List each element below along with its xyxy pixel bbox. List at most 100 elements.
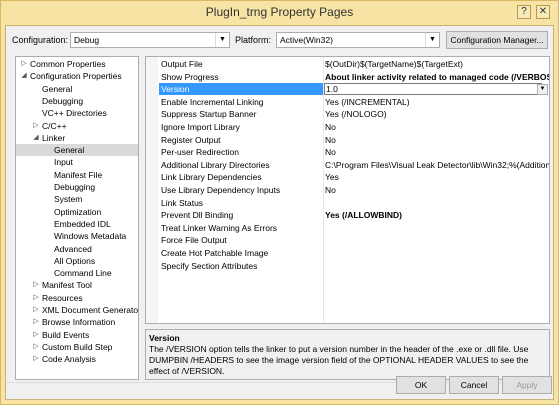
collapse-arrow-icon[interactable]: ◢ [32, 132, 40, 144]
configuration-combo[interactable]: Debug ▼ [70, 32, 230, 48]
property-value: No [325, 134, 336, 145]
expand-arrow-icon[interactable]: ▷ [32, 279, 40, 291]
tree-item-label: Linker [42, 132, 66, 143]
property-row[interactable]: Enable Incremental Linking Yes (/INCREMEN… [146, 96, 549, 109]
tree-item[interactable]: Command Line [16, 267, 138, 279]
title-bar: PlugIn_trng Property Pages ? ✕ [1, 1, 558, 25]
property-row[interactable]: Show Progress About linker activity relat… [146, 71, 549, 84]
expand-arrow-icon[interactable]: ▷ [32, 292, 40, 304]
expand-arrow-icon[interactable]: ▷ [32, 316, 40, 328]
tree-item-label: Debugging [42, 95, 84, 106]
property-row[interactable]: Suppress Startup Banner Yes (/NOLOGO) [146, 108, 549, 121]
platform-label: Platform: [235, 35, 272, 45]
description-panel: Version The /VERSION option tells the li… [145, 329, 550, 380]
property-grid[interactable]: Output File $(OutDir)$(TargetName)$(Targe… [145, 56, 550, 324]
tree-item[interactable]: VC++ Directories [16, 107, 138, 119]
tree-item[interactable]: Debugging [16, 95, 138, 107]
tree-item-label: C/C++ [42, 120, 67, 131]
property-row[interactable]: Output File $(OutDir)$(TargetName)$(Targe… [146, 58, 549, 71]
tree-item[interactable]: ▷ Common Properties [16, 58, 138, 70]
tree-item[interactable]: Optimization [16, 206, 138, 218]
version-input[interactable]: 1.0 [324, 83, 542, 96]
tree-item[interactable]: ◢ Configuration Properties [16, 70, 138, 82]
tree-item-label: Browse Information [42, 317, 116, 328]
property-row[interactable]: Additional Library Directories C:\Program… [146, 159, 549, 172]
tree-item[interactable]: ▷ Manifest Tool [16, 279, 138, 291]
expand-arrow-icon[interactable]: ▷ [32, 341, 40, 353]
tree-item[interactable]: ▷ C/C++ [16, 120, 138, 132]
property-name: Create Hot Patchable Image [161, 248, 269, 258]
tree-item-label: Manifest Tool [42, 280, 92, 291]
tree-item[interactable]: ▷ Resources [16, 292, 138, 304]
tree-item[interactable]: Windows Metadata [16, 230, 138, 242]
expand-arrow-icon[interactable]: ▷ [32, 304, 40, 316]
property-row[interactable]: Per-user Redirection No [146, 146, 549, 159]
property-tree[interactable]: ▷ Common Properties ◢ Configuration Propert… [15, 56, 139, 380]
expand-arrow-icon[interactable]: ▷ [32, 120, 40, 132]
property-row[interactable]: Register Output No [146, 134, 549, 147]
property-name: Output File [161, 59, 203, 69]
tree-item[interactable]: Debugging [16, 181, 138, 193]
property-row[interactable]: Force File Output [146, 234, 549, 247]
tree-item[interactable]: ▷ Custom Build Step [16, 341, 138, 353]
tree-item-label: Windows Metadata [54, 231, 127, 242]
property-row[interactable]: Link Status [146, 197, 549, 210]
tree-item[interactable]: Manifest File [16, 169, 138, 181]
property-name: Link Status [161, 197, 204, 208]
property-row[interactable]: Link Library Dependencies Yes [146, 171, 549, 184]
expand-arrow-icon[interactable]: ▷ [32, 353, 40, 365]
tree-item[interactable]: ▷ Code Analysis [16, 353, 138, 365]
tree-item-label: Custom Build Step [42, 341, 113, 352]
cancel-button[interactable]: Cancel [449, 376, 499, 394]
tree-item-label: All Options [54, 255, 96, 266]
platform-combo[interactable]: Active(Win32) ▼ [276, 32, 440, 48]
configuration-manager-button[interactable]: Configuration Manager... [446, 31, 548, 49]
property-row[interactable]: Specify Section Attributes [146, 260, 549, 273]
property-row[interactable]: Ignore Import Library No [146, 121, 549, 134]
help-button[interactable]: ? [517, 5, 531, 19]
property-row[interactable]: Version 1.0 ▼ [146, 83, 549, 96]
ok-button[interactable]: OK [396, 376, 446, 394]
platform-value: Active(Win32) [280, 35, 333, 45]
apply-button[interactable]: Apply [502, 376, 552, 394]
tree-item[interactable]: Embedded IDL [16, 218, 138, 230]
property-name: Additional Library Directories [161, 159, 270, 170]
property-row[interactable]: Use Library Dependency Inputs No [146, 184, 549, 197]
expand-arrow-icon[interactable]: ▷ [20, 58, 28, 70]
close-button[interactable]: ✕ [536, 5, 550, 19]
tree-item-label: Input [54, 157, 73, 168]
property-row[interactable]: Create Hot Patchable Image [146, 247, 549, 260]
tree-item[interactable]: System [16, 193, 138, 205]
window-title: PlugIn_trng Property Pages [205, 5, 354, 19]
tree-item[interactable]: ▷ Browse Information [16, 316, 138, 328]
chevron-down-icon[interactable]: ▼ [537, 84, 548, 96]
tree-item[interactable]: All Options [16, 255, 138, 267]
tree-item[interactable]: ◢ Linker [16, 132, 138, 144]
tree-item[interactable]: General [16, 83, 138, 95]
property-name: Version [159, 83, 323, 96]
configuration-toolbar: Configuration: Debug ▼ Platform: Active(… [6, 26, 553, 54]
property-name: Ignore Import Library [161, 122, 240, 132]
property-value: Yes (/ALLOWBIND) [325, 210, 402, 221]
expand-arrow-icon[interactable]: ▷ [32, 329, 40, 341]
tree-item-label: Manifest File [54, 169, 103, 180]
property-row[interactable]: Treat Linker Warning As Errors [146, 222, 549, 235]
collapse-arrow-icon[interactable]: ◢ [20, 70, 28, 82]
property-name: Force File Output [161, 235, 227, 246]
property-value: C:\Program Files\Visual Leak Detector\li… [325, 159, 549, 170]
tree-item[interactable]: ▷ XML Document Generator [16, 304, 138, 316]
property-row[interactable]: Prevent Dll Binding Yes (/ALLOWBIND) [146, 209, 549, 222]
tree-item[interactable]: ▷ Build Events [16, 329, 138, 341]
tree-item-label: Debugging [54, 182, 96, 192]
tree-item-label: Embedded IDL [54, 218, 111, 229]
tree-item[interactable]: Advanced [16, 243, 138, 255]
property-name: Prevent Dll Binding [161, 210, 234, 221]
property-value: $(OutDir)$(TargetName)$(TargetExt) [325, 59, 463, 69]
tree-item-label: Command Line [54, 268, 112, 279]
tree-item[interactable]: General [16, 144, 138, 157]
description-text: The /VERSION option tells the linker to … [149, 344, 529, 376]
tree-item-label: General [54, 145, 85, 156]
chevron-down-icon: ▼ [215, 33, 229, 47]
tree-item[interactable]: Input [16, 156, 138, 168]
property-name: Register Output [161, 134, 221, 145]
